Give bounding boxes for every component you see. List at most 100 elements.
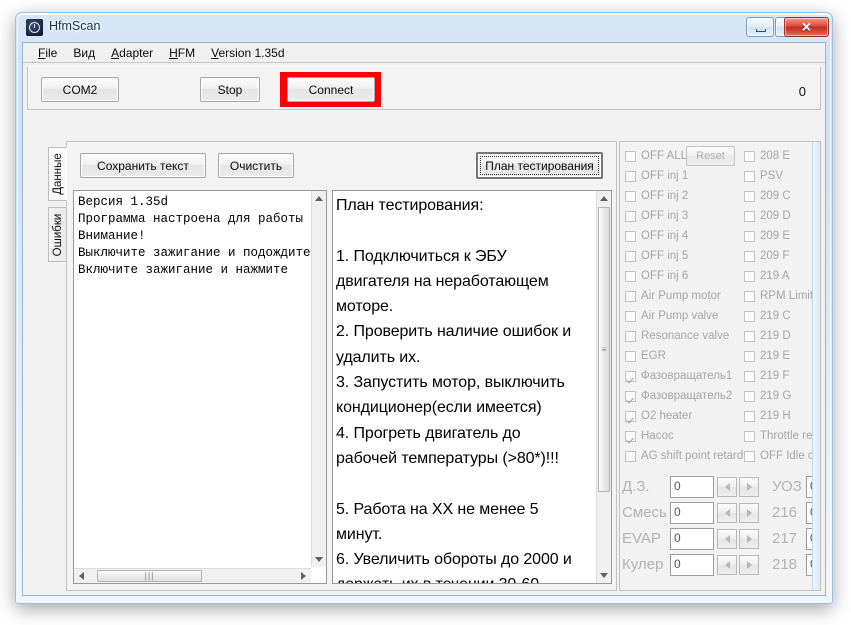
test-plan-button[interactable]: План тестирования [476,152,603,179]
actuator-checkbox-row[interactable]: 209 F [744,247,789,265]
checkbox-icon[interactable] [744,390,755,402]
checkbox-icon[interactable] [625,150,636,162]
checkbox-icon[interactable] [744,230,755,242]
checkbox-icon[interactable] [744,150,755,162]
scroll-left-icon[interactable] [74,569,89,583]
checkbox-icon[interactable] [625,450,636,462]
actuator-checkbox-row[interactable]: OFF inj 1 [625,167,688,185]
actuator-checkbox-row[interactable]: 219 A [744,267,789,285]
menu-item-file[interactable]: File [30,44,65,62]
plan-vertical-scrollbar[interactable]: ≡ [596,191,611,583]
actuator-checkbox-row[interactable]: 209 E [744,227,790,245]
actuator-checkbox-row[interactable]: 219 D [744,327,791,345]
actuator-checkbox-row[interactable]: Resonance valve [625,327,729,345]
checkbox-icon[interactable] [625,370,636,382]
menu-item-vid[interactable]: Вид [65,44,103,62]
checkbox-icon[interactable] [744,430,755,442]
tab-dannye[interactable]: Данные [48,147,67,201]
checkbox-icon[interactable] [744,310,755,322]
checkbox-icon[interactable] [625,270,636,282]
actuator-checkbox-row[interactable]: 209 C [744,187,791,205]
spinner-increment-button[interactable] [739,503,759,523]
spinner-input[interactable]: 0 [670,476,714,498]
checkbox-icon[interactable] [744,170,755,182]
actuator-checkbox-row[interactable]: 219 H [744,407,791,425]
actuator-checkbox-row[interactable]: Насос [625,427,674,445]
actuator-checkbox-row[interactable]: Фазовращатель2 [625,387,732,405]
spinner-input[interactable]: 0 [670,528,714,550]
actuator-checkbox-row[interactable]: 219 F [744,367,789,385]
actuator-checkbox-row[interactable]: OFF ALL [625,147,687,165]
spinner-input[interactable]: 0 [670,502,714,524]
spinner-decrement-button[interactable] [717,477,737,497]
tab-oshibki[interactable]: Ошибки [48,207,67,262]
checkbox-icon[interactable] [625,290,636,302]
spinner-input[interactable]: 0 [670,554,714,576]
clear-button[interactable]: Очистить [218,153,294,178]
horizontal-scroll-thumb[interactable]: ||| [97,570,202,582]
actuator-checkbox-row[interactable]: 219 G [744,387,791,405]
actuator-checkbox-row[interactable]: OFF inj 4 [625,227,688,245]
actuator-checkbox-row[interactable]: OFF inj 6 [625,267,688,285]
stop-button[interactable]: Stop [200,77,260,102]
log-horizontal-scrollbar[interactable]: ||| [74,568,311,583]
checkbox-icon[interactable] [625,170,636,182]
checkbox-icon[interactable] [744,330,755,342]
actuator-checkbox-row[interactable]: EGR [625,347,666,365]
checkbox-icon[interactable] [744,370,755,382]
actuator-checkbox-row[interactable]: O2 heater [625,407,692,425]
checkbox-icon[interactable] [744,290,755,302]
actuator-checkbox-row[interactable]: RPM Limiter OFF [744,287,820,305]
checkbox-icon[interactable] [744,210,755,222]
actuator-checkbox-row[interactable]: Фазовращатель1 [625,367,732,385]
actuator-checkbox-row[interactable]: 219 E [744,347,790,365]
checkbox-icon[interactable] [625,310,636,322]
spinner-decrement-button[interactable] [717,503,737,523]
spinner-increment-button[interactable] [739,555,759,575]
scroll-up-icon[interactable] [597,191,611,206]
checkbox-icon[interactable] [625,430,636,442]
log-vertical-scrollbar[interactable] [311,191,326,567]
spinner-decrement-button[interactable] [717,555,737,575]
actuator-checkbox-row[interactable]: AG shift point retard [625,447,743,465]
actuator-checkbox-row[interactable]: 219 C [744,307,791,325]
actuator-checkbox-row[interactable]: Air Pump motor [625,287,721,305]
spinner-decrement-button[interactable] [717,529,737,549]
checkbox-icon[interactable] [744,250,755,262]
spinner-increment-button[interactable] [739,529,759,549]
checkbox-icon[interactable] [744,410,755,422]
actuator-checkbox-row[interactable]: Air Pump valve [625,307,718,325]
checkbox-icon[interactable] [625,250,636,262]
checkbox-icon[interactable] [625,350,636,362]
actuator-checkbox-row[interactable]: OFF inj 3 [625,207,688,225]
menu-item-version[interactable]: Version 1.35d [203,44,292,62]
reset-button[interactable]: Reset [686,146,735,166]
scroll-down-icon[interactable] [312,552,326,567]
window-titlebar[interactable]: HfmScan ✕ [16,13,832,42]
checkbox-icon[interactable] [625,330,636,342]
scroll-right-icon[interactable] [296,569,311,583]
spinner-increment-button[interactable] [739,477,759,497]
com-port-button[interactable]: COM2 [41,77,119,102]
save-text-button[interactable]: Сохранить текст [80,153,206,178]
actuator-checkbox-row[interactable]: 209 D [744,207,791,225]
actuator-checkbox-row[interactable]: OFF inj 2 [625,187,688,205]
actuator-checkbox-row[interactable]: OFF Idle control? [744,447,820,465]
menu-item-hfm[interactable]: HFM [161,44,203,62]
actuator-checkbox-row[interactable]: Throttle reset ?! [744,427,820,445]
checkbox-icon[interactable] [744,350,755,362]
scroll-up-icon[interactable] [312,191,326,206]
actuator-checkbox-row[interactable]: 208 E [744,147,790,165]
checkbox-icon[interactable] [625,210,636,222]
log-textarea[interactable]: Версия 1.35d Программа настроена для раб… [73,190,327,584]
checkbox-icon[interactable] [625,390,636,402]
checkbox-icon[interactable] [744,190,755,202]
vertical-scroll-thumb[interactable]: ≡ [598,207,610,492]
close-button[interactable]: ✕ [784,17,829,37]
checkbox-icon[interactable] [744,450,755,462]
checkbox-icon[interactable] [744,270,755,282]
minimize-button[interactable] [746,17,774,37]
menu-item-adapter[interactable]: Adapter [103,44,161,62]
actuator-checkbox-row[interactable]: OFF inj 5 [625,247,688,265]
connect-button[interactable]: Connect [287,77,375,102]
